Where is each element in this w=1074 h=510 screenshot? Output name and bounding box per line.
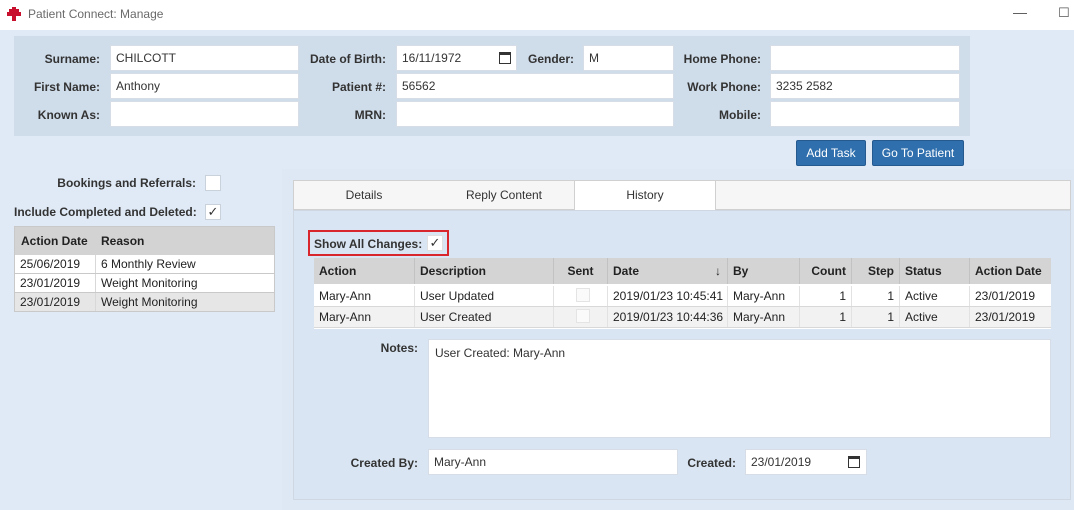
bookings-referrals-label: Bookings and Referrals: — [57, 176, 196, 190]
bookings-referrals-checkbox[interactable] — [205, 175, 221, 191]
window-title: Patient Connect: Manage — [28, 7, 164, 21]
gender-field[interactable]: M — [583, 45, 674, 71]
history-status: Active — [900, 307, 970, 327]
history-date: 2019/01/23 10:44:36 — [608, 307, 728, 327]
app-logo-icon — [7, 7, 21, 21]
mobile-label: Mobile: — [719, 108, 761, 122]
known-as-field[interactable] — [110, 101, 299, 127]
history-row[interactable]: Mary-Ann User Created 2019/01/23 10:44:3… — [314, 307, 1051, 328]
task-list: Action Date Reason 25/06/2019 6 Monthly … — [14, 226, 275, 312]
maximize-button[interactable]: ☐ — [1058, 5, 1074, 23]
patient-number-field[interactable]: 56562 — [396, 73, 674, 99]
history-table: Action Description Sent Date ↓ By Count … — [314, 258, 1051, 329]
minimize-button[interactable]: — — [1012, 4, 1028, 22]
column-by[interactable]: By — [728, 258, 800, 284]
notes-textarea[interactable]: User Created: Mary-Ann — [428, 339, 1051, 438]
history-count: 1 — [800, 286, 852, 306]
calendar-icon[interactable] — [499, 52, 511, 64]
first-name-label: First Name: — [33, 80, 100, 94]
include-completed-checkbox[interactable]: ✓ — [205, 204, 221, 220]
column-description[interactable]: Description — [415, 258, 554, 284]
tab-strip: Details Reply Content History — [293, 180, 1071, 212]
title-bar: Patient Connect: Manage — ☐ — [0, 0, 1074, 30]
history-action: Mary-Ann — [314, 307, 415, 327]
history-description: User Created — [415, 307, 554, 327]
first-name-field[interactable]: Anthony — [110, 73, 299, 99]
work-phone-label: Work Phone: — [687, 80, 761, 94]
history-sent — [554, 307, 608, 327]
sent-checkbox[interactable] — [576, 288, 590, 302]
calendar-icon[interactable] — [848, 456, 860, 468]
task-row[interactable]: 23/01/2019 Weight Monitoring — [15, 274, 274, 293]
task-date: 23/01/2019 — [20, 276, 81, 290]
column-count[interactable]: Count — [800, 258, 852, 284]
tab-reply-content[interactable]: Reply Content — [434, 181, 574, 211]
column-action[interactable]: Action — [314, 258, 415, 284]
history-by: Mary-Ann — [728, 286, 800, 306]
history-row[interactable]: Mary-Ann User Updated 2019/01/23 10:45:4… — [314, 286, 1051, 307]
task-row-selected[interactable]: 23/01/2019 Weight Monitoring — [15, 293, 274, 312]
sort-descending-icon: ↓ — [715, 264, 721, 278]
tab-details[interactable]: Details — [294, 181, 434, 211]
sent-checkbox[interactable] — [576, 309, 590, 323]
column-date-label: Date — [613, 264, 640, 278]
column-status[interactable]: Status — [900, 258, 970, 284]
go-to-patient-button[interactable]: Go To Patient — [872, 140, 964, 166]
task-reason: Weight Monitoring — [101, 276, 198, 290]
show-all-changes-checkbox[interactable]: ✓ — [427, 235, 443, 251]
column-action-date[interactable]: Action Date — [970, 258, 1051, 284]
home-phone-label: Home Phone: — [683, 52, 761, 66]
created-by-label: Created By: — [350, 456, 418, 470]
history-date: 2019/01/23 10:45:41 — [608, 286, 728, 306]
tab-history[interactable]: History — [574, 181, 716, 212]
history-action-date: 23/01/2019 — [975, 310, 1036, 324]
column-action-date[interactable]: Action Date — [21, 227, 88, 255]
column-step[interactable]: Step — [852, 258, 900, 284]
task-reason: Weight Monitoring — [101, 295, 198, 309]
show-all-changes-label: Show All Changes: — [314, 237, 423, 251]
created-by-field[interactable]: Mary-Ann — [428, 449, 678, 475]
task-date: 25/06/2019 — [20, 257, 81, 271]
known-as-label: Known As: — [37, 108, 100, 122]
task-reason: 6 Monthly Review — [101, 257, 196, 271]
column-sent[interactable]: Sent — [554, 258, 608, 284]
notes-label: Notes: — [380, 341, 418, 355]
history-step: 1 — [852, 286, 900, 306]
gender-label: Gender: — [527, 52, 574, 66]
column-date[interactable]: Date ↓ — [608, 258, 728, 284]
history-description: User Updated — [415, 286, 554, 306]
work-phone-field[interactable]: 3235 2582 — [770, 73, 960, 99]
history-action: Mary-Ann — [314, 286, 415, 306]
include-completed-label: Include Completed and Deleted: — [14, 205, 197, 219]
mrn-label: MRN: — [354, 108, 386, 122]
task-list-header: Action Date Reason — [15, 227, 274, 255]
mobile-field[interactable] — [770, 101, 960, 127]
mrn-field[interactable] — [396, 101, 674, 127]
history-sent — [554, 286, 608, 306]
created-label: Created: — [687, 456, 736, 470]
task-row[interactable]: 25/06/2019 6 Monthly Review — [15, 255, 274, 274]
history-count: 1 — [800, 307, 852, 327]
surname-label: Surname: — [44, 52, 100, 66]
history-action-date: 23/01/2019 — [975, 289, 1036, 303]
history-table-header: Action Description Sent Date ↓ By Count … — [314, 258, 1051, 284]
patient-number-label: Patient #: — [331, 80, 386, 94]
column-reason[interactable]: Reason — [101, 227, 144, 255]
history-step: 1 — [852, 307, 900, 327]
history-by: Mary-Ann — [728, 307, 800, 327]
history-status: Active — [900, 286, 970, 306]
task-date: 23/01/2019 — [20, 295, 81, 309]
home-phone-field[interactable] — [770, 45, 960, 71]
surname-field[interactable]: CHILCOTT — [110, 45, 299, 71]
add-task-button[interactable]: Add Task — [796, 140, 866, 166]
dob-label: Date of Birth: — [310, 52, 386, 66]
